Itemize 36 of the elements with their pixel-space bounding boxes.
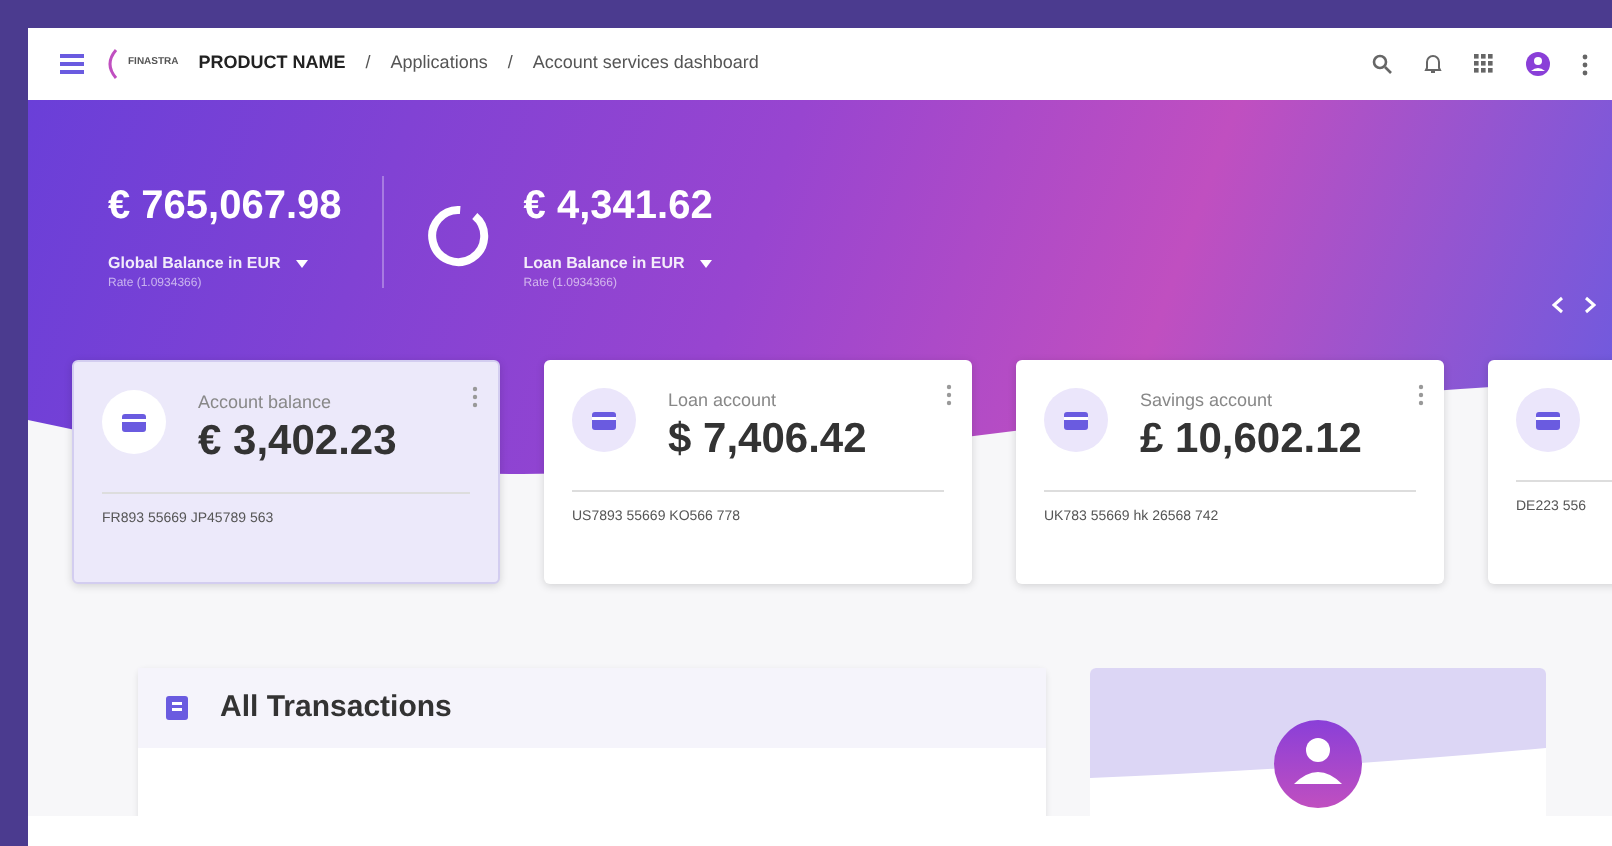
breadcrumb-link[interactable]: Applications xyxy=(390,50,488,78)
balance-label: Loan Balance in EUR xyxy=(523,252,685,276)
balance-amount: € 765,067.98 xyxy=(108,182,342,232)
chevron-left-icon[interactable] xyxy=(1552,296,1564,314)
caret-down-icon[interactable] xyxy=(700,260,713,268)
search-icon[interactable] xyxy=(1372,54,1392,74)
account-amount: $ 7,406.42 xyxy=(668,415,867,462)
product-name: PRODUCT NAME xyxy=(198,50,346,77)
account-type: Loan account xyxy=(668,388,779,414)
caret-down-icon[interactable] xyxy=(296,260,309,268)
credit-card-icon xyxy=(592,411,616,429)
section-title: All Transactions xyxy=(220,687,452,728)
account-amount: € 3,402.23 xyxy=(198,417,397,464)
chevron-right-icon[interactable] xyxy=(1584,296,1596,314)
account-amount: £ 10,602.12 xyxy=(1140,415,1362,462)
balance-amount: € 4,341.62 xyxy=(523,182,713,232)
ring-icon xyxy=(423,201,492,269)
kebab-menu-icon[interactable] xyxy=(946,384,952,406)
credit-card-icon xyxy=(122,413,146,431)
apps-grid-icon[interactable] xyxy=(1474,54,1494,74)
ledger-icon xyxy=(166,696,188,720)
credit-card-icon xyxy=(1536,411,1560,429)
user-avatar-icon xyxy=(1274,720,1362,808)
account-type: Savings account xyxy=(1140,388,1275,414)
user-avatar-icon[interactable] xyxy=(1526,52,1550,76)
breadcrumb-separator: / xyxy=(507,50,513,77)
account-type: Account balance xyxy=(198,390,334,416)
balance-label: Global Balance in EUR xyxy=(108,252,281,276)
breadcrumb-link[interactable]: Account services dashboard xyxy=(532,50,759,78)
bell-icon[interactable] xyxy=(1424,54,1442,74)
logo-mark-icon xyxy=(104,48,120,80)
breadcrumb-separator: / xyxy=(365,50,371,77)
kebab-menu-icon[interactable] xyxy=(1418,384,1424,406)
menu-icon[interactable] xyxy=(60,54,84,74)
kebab-menu-icon[interactable] xyxy=(1582,53,1588,75)
credit-card-icon xyxy=(1064,411,1088,429)
